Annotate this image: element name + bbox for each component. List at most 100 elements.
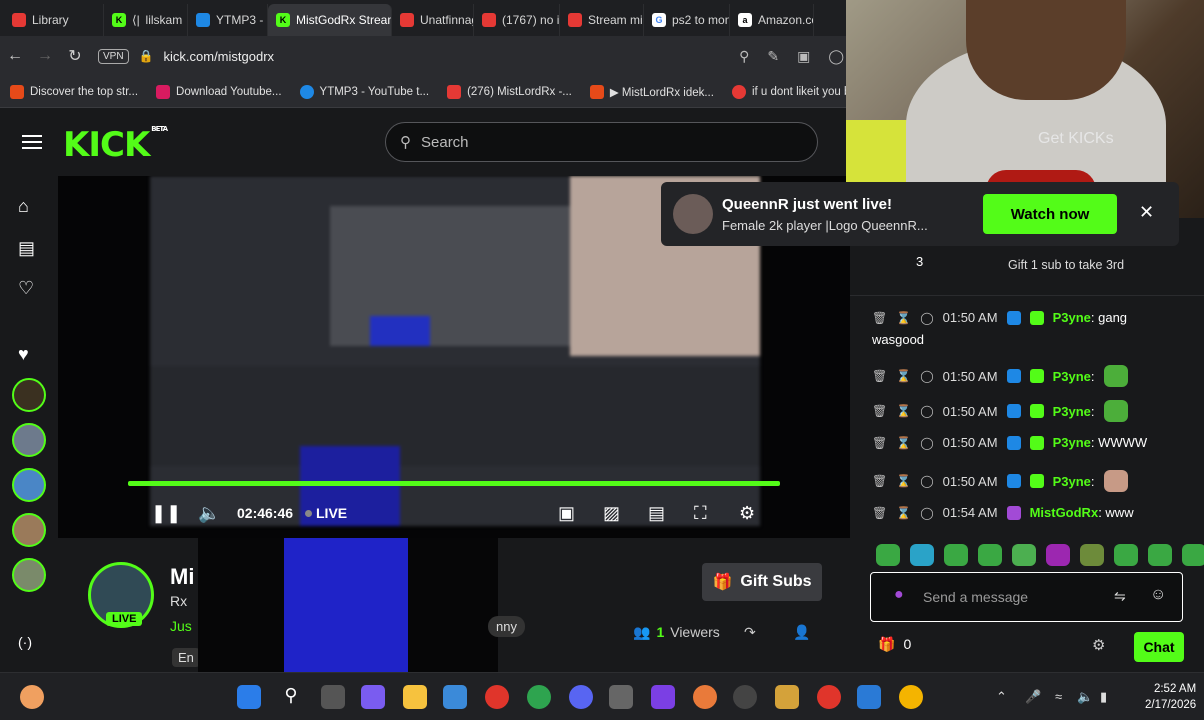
trash-icon[interactable]: 🗑 [872,404,887,418]
tab-stream-mis[interactable]: Stream mis [560,4,644,36]
message-username[interactable]: MistGodRx [1030,505,1099,520]
emote-icon[interactable] [978,544,1002,566]
emote-icon[interactable] [1046,544,1070,566]
chat-send-button[interactable]: Chat [1134,632,1184,662]
message-username[interactable]: P3yne [1053,404,1091,419]
following-heart-icon[interactable]: ♡ [18,278,34,299]
bookmark-item[interactable]: Download Youtube... [156,84,282,99]
chat-message[interactable]: 🗑 ⌛ ◯ 01:50 AM P3yne: [872,400,1128,422]
bookmark-item[interactable]: (276) MistLordRx -... [447,84,572,99]
message-username[interactable]: P3yne [1053,310,1091,325]
emote-icon[interactable] [1182,544,1204,566]
back-arrow-icon[interactable]: ← [0,47,30,65]
tab-youtube-1767[interactable]: (1767) no i [474,4,560,36]
ban-icon[interactable]: ◯ [920,311,933,325]
search-input[interactable]: ⚲ Search [385,122,818,162]
emote-icon[interactable] [1103,400,1128,422]
favorites-heart-icon[interactable]: ♥ [18,344,29,365]
stream-tag[interactable]: nny [488,616,525,637]
stream-category[interactable]: Jus [170,618,192,634]
ban-icon[interactable]: ◯ [920,436,933,450]
chat-message[interactable]: 🗑 ⌛ ◯ 01:50 AM P3yne: [872,365,1128,387]
obs-icon[interactable] [733,685,757,709]
camera-app-icon[interactable] [609,685,633,709]
followed-channel-avatar[interactable] [12,423,46,457]
lock-icon[interactable]: 🔒 [139,49,154,63]
app-icon[interactable] [775,685,799,709]
message-username[interactable]: P3yne [1053,435,1091,450]
timeout-icon[interactable]: ⌛ [896,311,911,325]
system-clock[interactable]: 2:52 AM 2/17/2026 [1145,681,1196,713]
progress-bar[interactable] [128,481,780,486]
opera-gx-icon[interactable] [817,685,841,709]
tab-unatfinnag[interactable]: Unatfinnag [392,4,474,36]
kick-logo[interactable]: KICK BETA [63,125,168,165]
share-icon[interactable]: ↷ [744,624,756,641]
language-tag[interactable]: En [172,648,200,667]
translate-icon[interactable]: ⇋ [1114,588,1126,605]
timeout-icon[interactable]: ⌛ [896,506,911,520]
chat-message[interactable]: 🗑 ⌛ ◯ 01:54 AM MistGodRx: www [872,505,1134,520]
trash-icon[interactable]: 🗑 [872,369,887,383]
bookmark-item[interactable]: if u dont likeit you b... [731,84,860,99]
chat-message[interactable]: 🗑 ⌛ ◯ 01:50 AM P3yne: WWWW [872,435,1147,450]
emote-icon[interactable] [1114,544,1138,566]
notification-avatar[interactable] [673,194,713,234]
followed-channel-avatar[interactable] [12,558,46,592]
follow-user-icon[interactable]: 👤 [793,624,810,641]
start-windows-icon[interactable] [237,685,261,709]
ban-icon[interactable]: ◯ [920,404,933,418]
ban-icon[interactable]: ◯ [920,506,933,520]
task-view-icon[interactable] [321,685,345,709]
trash-icon[interactable]: 🗑 [872,506,887,520]
timeout-icon[interactable]: ⌛ [896,436,911,450]
expand-sidebar-icon[interactable]: (·) [18,634,32,650]
followed-channel-avatar[interactable] [12,513,46,547]
emoji-icon[interactable]: ☺ [1150,586,1166,604]
microphone-tray-icon[interactable]: 🎤 [1025,689,1041,705]
followed-channel-avatar[interactable] [12,378,46,412]
timeout-icon[interactable]: ⌛ [896,474,911,488]
trash-icon[interactable]: 🗑 [872,311,887,325]
emote-icon[interactable] [1080,544,1104,566]
clip-icon[interactable]: ▣ [558,503,575,524]
volume-icon[interactable]: 🔈 [198,503,220,524]
camera-icon[interactable]: ▣ [797,48,810,65]
timeout-icon[interactable]: ⌛ [896,369,911,383]
emote-icon[interactable] [944,544,968,566]
miniplayer-icon[interactable]: ▤ [648,503,665,524]
trash-icon[interactable]: 🗑 [872,474,887,488]
kicks-balance[interactable]: 🎁 0 [878,636,911,653]
bookmark-item[interactable]: Discover the top str... [10,84,138,99]
tab-mistgodrx-stream[interactable]: K MistGodRx Stream [268,4,392,36]
chat-message-input[interactable]: Send a message [870,572,1183,622]
edge-icon[interactable] [527,685,551,709]
tab-lilskam[interactable]: K ⟨| lilskam [104,4,188,36]
microphone-icon[interactable]: ● [894,586,904,604]
vpn-badge[interactable]: VPN [98,48,129,64]
ban-icon[interactable]: ◯ [920,474,933,488]
streamer-name[interactable]: Mi [170,564,194,590]
trash-icon[interactable]: 🗑 [872,436,887,450]
file-explorer-icon[interactable] [403,685,427,709]
bookmark-item[interactable]: ▶ MistLordRx idek... [589,84,714,99]
theater-icon[interactable]: ▨ [603,503,620,524]
emote-icon[interactable] [1103,365,1128,387]
app-icon[interactable] [693,685,717,709]
gift-subs-button[interactable]: 🎁 Gift Subs [702,563,822,601]
forward-arrow-icon[interactable]: → [30,47,60,65]
emote-icon[interactable] [1103,470,1128,492]
settings-gear-icon[interactable]: ⚙ [739,503,755,524]
live-label[interactable]: LIVE [316,505,347,521]
chat-message[interactable]: 🗑 ⌛ ◯ 01:50 AM P3yne: [872,470,1128,492]
tab-ps2[interactable]: Gps2 to mon [644,4,730,36]
tray-overflow-icon[interactable]: ⌃ [996,689,1007,705]
timeout-icon[interactable]: ⌛ [896,404,911,418]
url-field[interactable]: kick.com/mistgodrx [164,49,275,64]
wifi-icon[interactable]: ≈ [1055,689,1062,704]
zoom-icon[interactable]: ⚲ [739,48,749,65]
fullscreen-icon[interactable]: ⛶ [694,503,707,524]
mail-icon[interactable] [443,685,467,709]
followed-channel-avatar[interactable] [12,468,46,502]
watch-now-button[interactable]: Watch now [983,194,1117,234]
